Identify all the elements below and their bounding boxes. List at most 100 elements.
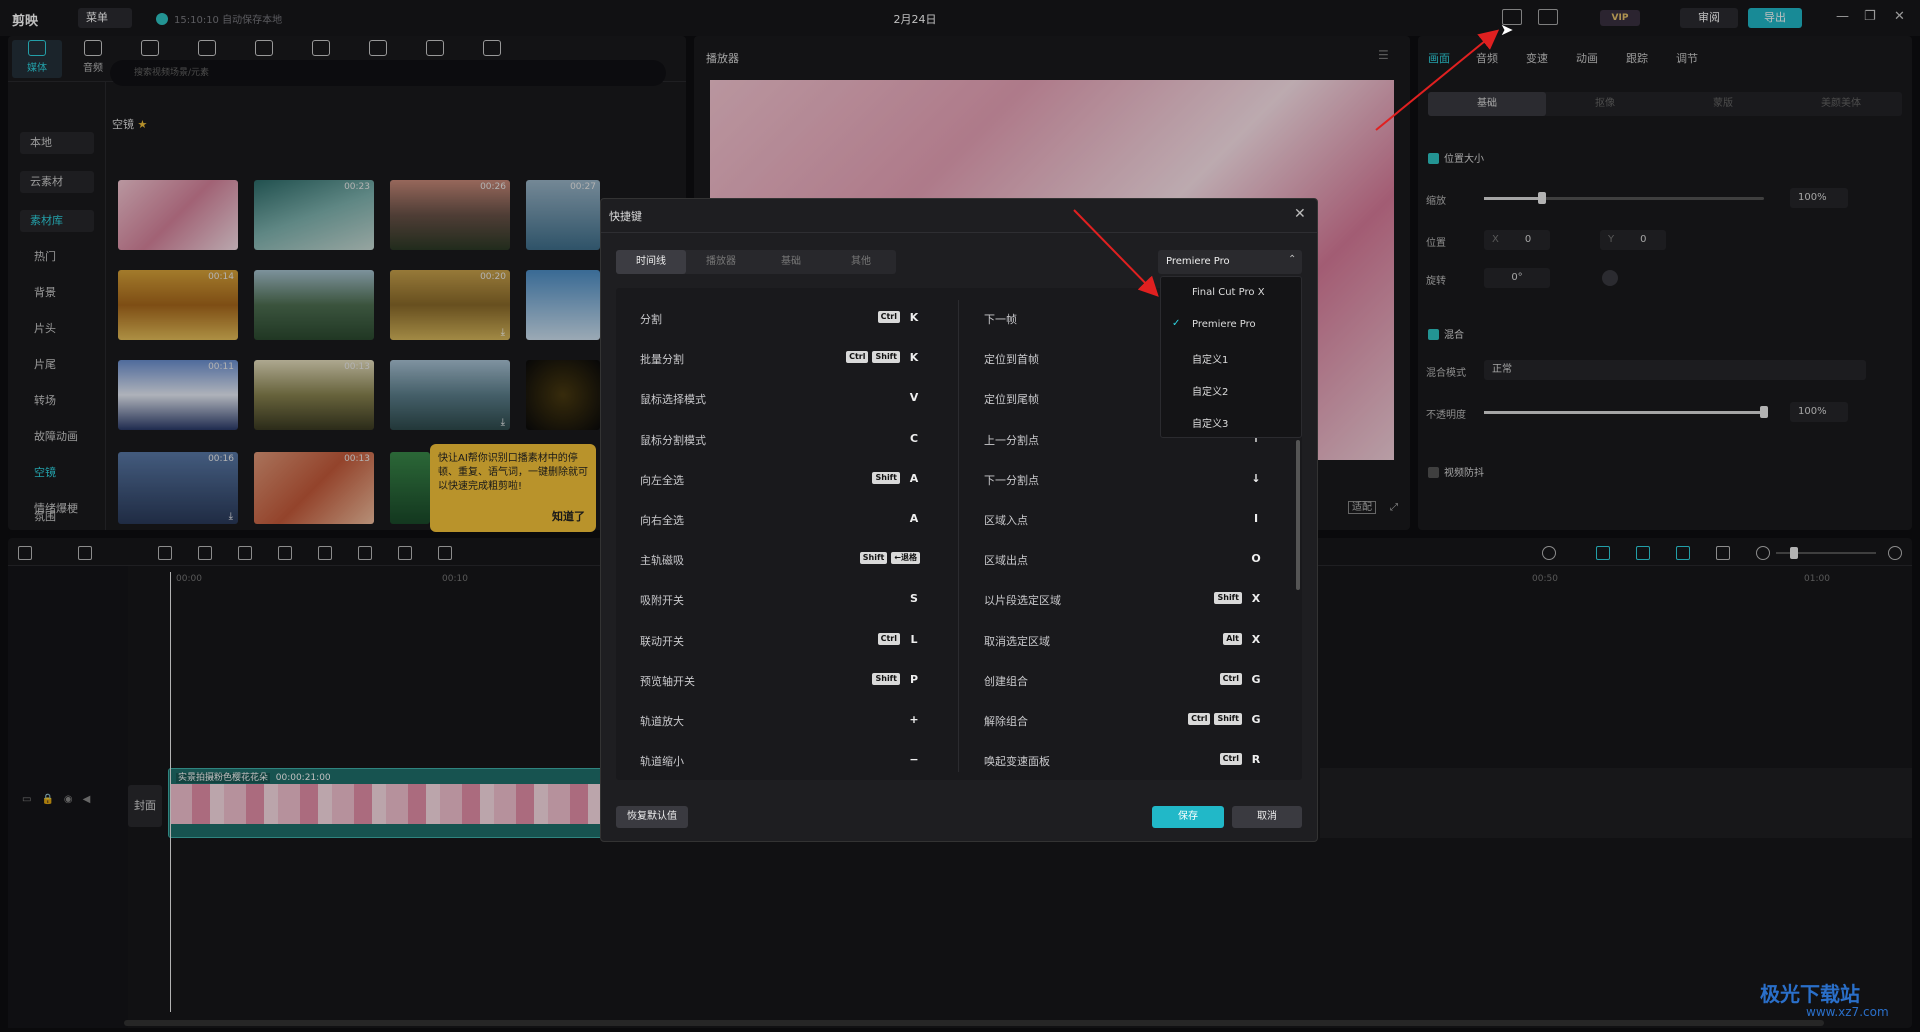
list-scrollbar[interactable] (1296, 440, 1300, 590)
tab-player[interactable]: 播放器 (686, 250, 756, 274)
shortcut-row[interactable]: 解除组合 Ctrl Shift G (984, 713, 1262, 733)
modifier-key: Ctrl (877, 632, 900, 645)
modifier-key: Shift (872, 471, 900, 484)
shortcut-row[interactable]: 创建组合 Ctrl G (984, 672, 1262, 693)
dropdown-item-fcpx[interactable]: Final Cut Pro X (1192, 287, 1265, 298)
chevron-up-icon: ⌃ (1288, 254, 1297, 265)
shortcut-label: 轨道放大 (640, 715, 684, 728)
tab-basic[interactable]: 基础 (756, 250, 826, 274)
modifier-key: Ctrl (846, 351, 869, 364)
watermark: 极光下载站 (1760, 982, 1860, 1006)
shortcut-keys[interactable]: Ctrl L (874, 632, 920, 653)
shortcut-keys[interactable]: Alt X (1219, 632, 1262, 653)
shortcut-label: 下一分割点 (984, 473, 1039, 487)
shortcut-keys[interactable]: Shift ←退格 (856, 552, 920, 572)
shortcut-label: 定位到首帧 (984, 353, 1039, 367)
preset-select[interactable]: Premiere Pro (1158, 250, 1302, 274)
shortcut-keys[interactable]: − (900, 753, 920, 773)
shortcut-keys[interactable]: Ctrl Shift G (1184, 713, 1262, 733)
dropdown-item-premiere[interactable]: Premiere Pro (1192, 319, 1256, 330)
shortcut-row[interactable]: 分割 Ctrl K (640, 311, 920, 331)
shortcut-row[interactable]: 唤起变速面板 Ctrl R (984, 753, 1262, 773)
shortcut-row[interactable]: 向右全选 A (640, 512, 920, 532)
shortcut-keys[interactable]: V (900, 391, 920, 411)
shortcut-keys[interactable]: Shift X (1210, 592, 1262, 612)
cancel-button[interactable]: 取消 (1232, 806, 1302, 828)
shortcut-keys[interactable]: + (900, 713, 920, 733)
shortcut-label: 预览轴开关 (640, 674, 695, 688)
shortcut-row[interactable]: 鼠标选择模式 V (640, 391, 920, 411)
tab-timeline[interactable]: 时间线 (616, 250, 686, 274)
shortcut-keys[interactable]: A (900, 512, 920, 532)
shortcut-keys[interactable]: Ctrl R (1216, 753, 1262, 773)
shortcut-row[interactable]: 区域入点 I (984, 512, 1262, 532)
save-button[interactable]: 保存 (1152, 806, 1224, 828)
modifier-key: Shift (872, 351, 900, 364)
key-char: L (910, 632, 918, 646)
shortcut-label: 创建组合 (984, 674, 1028, 688)
shortcut-row[interactable]: 下一分割点 ↓ (984, 472, 1262, 492)
key-char: P (909, 672, 919, 686)
shortcut-row[interactable]: 轨道放大 + (640, 713, 920, 733)
shortcut-row[interactable]: 预览轴开关 Shift P (640, 672, 920, 693)
shortcut-keys[interactable]: I (1242, 512, 1262, 532)
shortcut-row[interactable]: 批量分割 Ctrl Shift K (640, 351, 920, 371)
shortcut-row[interactable]: 轨道缩小 − (640, 753, 920, 773)
modifier-key: Ctrl (1219, 753, 1242, 766)
shortcut-keys[interactable]: ↓ (1242, 472, 1262, 492)
dropdown-item-custom2[interactable]: 自定义2 (1192, 383, 1228, 398)
shortcut-row[interactable]: 联动开关 Ctrl L (640, 632, 920, 653)
shortcut-keys[interactable]: C (900, 432, 920, 452)
modifier-key: Shift (1214, 592, 1242, 605)
tab-other[interactable]: 其他 (826, 250, 896, 274)
key-char: X (1251, 592, 1261, 606)
shortcut-row[interactable]: 向左全选 Shift A (640, 471, 920, 492)
shortcut-row[interactable]: 吸附开关 S (640, 592, 920, 612)
key-char: G (1251, 713, 1261, 726)
key-char: X (1251, 632, 1261, 646)
key-char: ↓ (1251, 471, 1261, 485)
key-char: C (909, 431, 919, 445)
modifier-key: Shift (859, 552, 888, 565)
key-char: O (1251, 552, 1261, 566)
shortcut-label: 以片段选定区域 (984, 594, 1061, 608)
close-icon[interactable]: ✕ (1294, 206, 1306, 222)
shortcut-keys[interactable]: Shift A (868, 471, 920, 492)
mouse-cursor: ➤ (1500, 20, 1514, 39)
modifier-key: Shift (872, 672, 900, 685)
shortcut-keys[interactable]: Ctrl G (1216, 672, 1262, 693)
key-char: A (909, 512, 919, 525)
shortcut-label: 向右全选 (640, 514, 684, 527)
shortcut-label: 批量分割 (640, 353, 684, 367)
shortcut-keys[interactable]: Shift P (868, 672, 920, 693)
reset-default-button[interactable]: 恢复默认值 (616, 806, 688, 828)
shortcut-label: 解除组合 (984, 715, 1028, 728)
dialog-title: 快捷键 (609, 210, 642, 223)
shortcut-label: 鼠标分割模式 (640, 433, 706, 447)
watermark-url: www.xz7.com (1806, 1005, 1889, 1019)
shortcut-label: 联动开关 (640, 634, 684, 648)
shortcut-label: 区域入点 (984, 514, 1028, 527)
shortcut-keys[interactable]: Ctrl K (874, 311, 920, 331)
key-char: − (909, 753, 919, 767)
shortcut-keys[interactable]: Ctrl Shift K (842, 351, 920, 371)
shortcut-keys[interactable]: O (1242, 552, 1262, 572)
shortcut-label: 轨道缩小 (640, 755, 684, 769)
shortcut-row[interactable]: 主轨磁吸 Shift ←退格 (640, 552, 920, 572)
divider (958, 300, 959, 772)
shortcut-label: 上一分割点 (984, 433, 1039, 447)
modifier-key: Ctrl (877, 311, 900, 323)
shortcut-label: 分割 (640, 313, 662, 326)
shortcut-keys[interactable]: S (900, 592, 920, 612)
dropdown-item-custom3[interactable]: 自定义3 (1192, 415, 1228, 430)
modifier-key: ←退格 (891, 552, 920, 565)
check-icon: ✓ (1172, 318, 1181, 329)
shortcut-row[interactable]: 鼠标分割模式 C (640, 432, 920, 452)
dropdown-item-custom1[interactable]: 自定义1 (1192, 351, 1228, 366)
shortcut-row[interactable]: 取消选定区域 Alt X (984, 632, 1262, 653)
modifier-key: Alt (1223, 632, 1242, 645)
shortcut-row[interactable]: 区域出点 O (984, 552, 1262, 572)
shortcut-row[interactable]: 以片段选定区域 Shift X (984, 592, 1262, 612)
shortcut-label: 唤起变速面板 (984, 755, 1050, 769)
key-char: K (909, 351, 919, 365)
